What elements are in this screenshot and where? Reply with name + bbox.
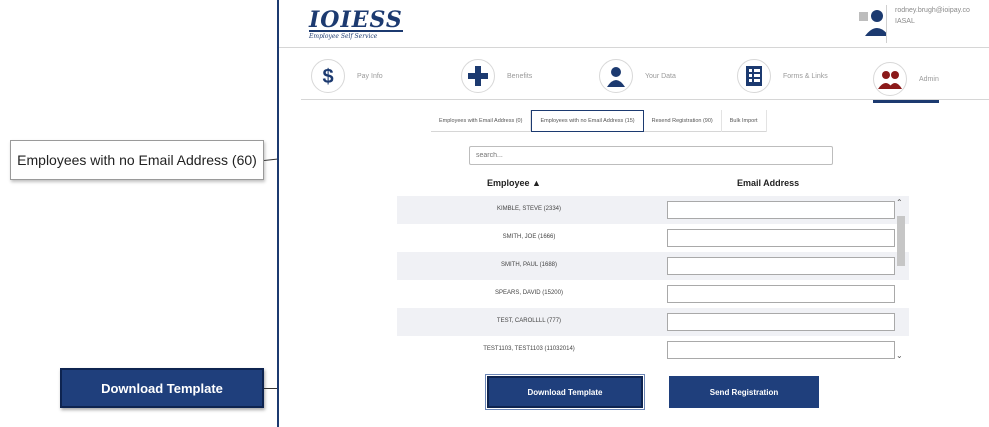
logo-subtitle: Employee Self Service — [309, 33, 378, 40]
dollar-icon: $ — [311, 59, 345, 93]
email-field[interactable] — [667, 285, 895, 303]
send-registration-button[interactable]: Send Registration — [669, 376, 819, 408]
tab-pay-info[interactable]: $ Pay Info — [311, 58, 383, 94]
tab-label: Admin — [919, 75, 939, 83]
user-email: rodney.brugh@ioipay.co — [895, 7, 970, 14]
screenshot-stage: Employees with no Email Address (60) Dow… — [0, 0, 989, 427]
user-company: IASAL — [895, 18, 915, 25]
callout-no-email-label: Employees with no Email Address (60) — [10, 140, 264, 180]
table-scrollbar[interactable]: ⌃ ⌄ — [895, 196, 907, 362]
tab-label: Your Data — [645, 72, 676, 80]
employee-name: SMITH, PAUL (1688) — [500, 262, 557, 268]
email-field[interactable] — [667, 341, 895, 359]
table-row: SMITH, JOE (1666) — [397, 224, 909, 252]
email-field[interactable] — [667, 313, 895, 331]
column-email-address: Email Address — [737, 178, 800, 188]
employee-name: TEST, CAROLLLL (777) — [496, 318, 562, 324]
column-employee-sort[interactable]: Employee ▲ — [487, 178, 541, 188]
employee-name: KIMBLE, STEVE (2334) — [496, 206, 562, 212]
table-row: SMITH, PAUL (1688) — [397, 252, 909, 280]
subtab-with-email[interactable]: Employees with Email Address (0) — [431, 110, 532, 132]
tab-label: Benefits — [507, 72, 533, 80]
table-row: KIMBLE, STEVE (2334) — [397, 196, 909, 224]
scroll-down-icon[interactable]: ⌄ — [896, 351, 903, 360]
employee-table-body: KIMBLE, STEVE (2334) SMITH, JOE (1666) S… — [397, 196, 909, 366]
ess-app-window: IOIESS Employee Self Service rodney.brug… — [277, 0, 989, 427]
table-header: Employee ▲ Email Address — [397, 172, 909, 194]
employee-name: SPEARS, DAVID (15200) — [495, 290, 563, 296]
tab-your-data[interactable]: Your Data — [599, 58, 676, 94]
tab-forms-links[interactable]: Forms & Links — [737, 58, 828, 94]
main-nav-tabs: $ Pay Info Benefits Your Data Forms & Li… — [301, 52, 989, 103]
employee-name: SMITH, JOE (1666) — [502, 234, 556, 240]
ioiess-logo[interactable]: IOIESS Employee Self Service — [309, 7, 403, 40]
user-info: rodney.brugh@ioipay.co IASAL — [886, 5, 970, 43]
subtab-resend-registration[interactable]: Resend Registration (90) — [644, 110, 722, 132]
subtab-no-email[interactable]: Employees with no Email Address (15) — [531, 110, 644, 132]
plus-icon — [461, 59, 495, 93]
scroll-up-icon[interactable]: ⌃ — [896, 198, 903, 207]
callout-download-template: Download Template — [60, 368, 264, 408]
tab-benefits[interactable]: Benefits — [461, 58, 532, 94]
table-row: TEST, CAROLLLL (777) — [397, 308, 909, 336]
people-icon — [873, 62, 907, 96]
email-field[interactable] — [667, 201, 895, 219]
scrollbar-thumb[interactable] — [897, 216, 905, 266]
download-template-button[interactable]: Download Template — [485, 374, 645, 410]
table-row: SPEARS, DAVID (15200) — [397, 280, 909, 308]
list-icon — [737, 59, 771, 93]
admin-subtabs: Employees with Email Address (0) Employe… — [431, 110, 767, 132]
logo-text: IOIESS — [309, 7, 403, 33]
email-field[interactable] — [667, 257, 895, 275]
table-row: TEST1103, TEST1103 (11032014) — [397, 336, 909, 364]
search-input[interactable] — [469, 146, 833, 165]
user-avatar-icon[interactable] — [859, 6, 889, 36]
subtab-bulk-import[interactable]: Bulk Import — [722, 110, 767, 132]
employee-name: TEST1103, TEST1103 (11032014) — [483, 346, 575, 352]
email-field[interactable] — [667, 229, 895, 247]
svg-text:$: $ — [322, 66, 333, 87]
tab-admin[interactable]: Admin — [873, 58, 939, 103]
top-header: IOIESS Employee Self Service rodney.brug… — [279, 0, 989, 48]
tab-label: Pay Info — [357, 72, 383, 80]
person-icon — [599, 59, 633, 93]
tab-label: Forms & Links — [783, 72, 828, 80]
